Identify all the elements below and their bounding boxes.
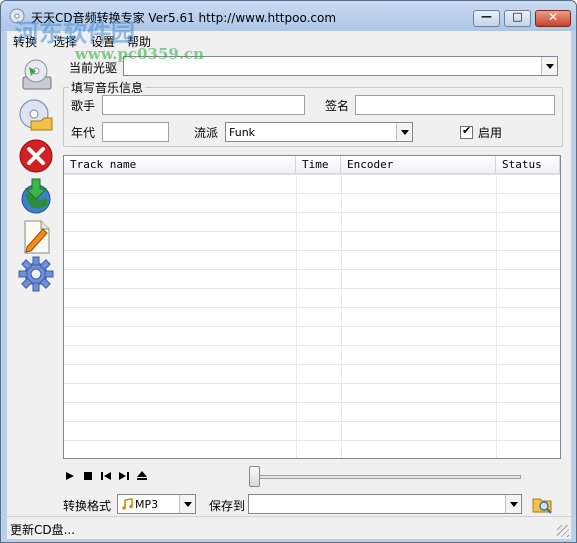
enable-label: 启用 [478, 126, 503, 140]
artist-input[interactable] [102, 95, 305, 115]
resize-grip[interactable] [557, 525, 569, 537]
genre-label: 流派 [194, 126, 219, 140]
previous-track-icon[interactable] [99, 469, 113, 483]
format-label: 转换格式 [63, 499, 112, 513]
genre-value: Funk [229, 126, 256, 139]
chevron-down-icon[interactable] [396, 123, 412, 141]
seek-slider-track[interactable] [251, 475, 521, 479]
settings-gear-icon[interactable] [17, 255, 55, 293]
album-label: 签名 [325, 99, 350, 113]
close-icon: ✕ [547, 10, 559, 24]
maximize-icon: □ [512, 10, 523, 23]
play-icon[interactable] [63, 469, 77, 483]
app-window: 天天CD音频转换专家 Ver5.61 http://www.httpoo.com… [0, 0, 577, 543]
minimize-button[interactable]: — [473, 10, 500, 27]
cd-folder-icon[interactable] [17, 97, 55, 135]
track-list-body[interactable] [64, 174, 560, 458]
cd-drive-icon[interactable] [17, 57, 55, 95]
chevron-down-icon[interactable] [179, 495, 195, 513]
year-label: 年代 [71, 126, 96, 140]
stop-icon[interactable] [17, 137, 55, 175]
minimize-icon: — [481, 10, 492, 23]
music-info-title: 填写音乐信息 [69, 79, 146, 96]
save-label: 保存到 [209, 499, 246, 513]
stop-playback-icon[interactable] [81, 469, 95, 483]
genre-select[interactable]: Funk [225, 122, 413, 142]
chevron-down-icon[interactable] [541, 57, 557, 75]
album-input[interactable] [355, 95, 555, 115]
format-select[interactable]: MP3 [117, 494, 196, 514]
watermark-url: www.pc0359.cn [75, 45, 205, 63]
column-divider [341, 174, 342, 458]
chevron-down-icon[interactable] [505, 495, 521, 513]
column-time[interactable]: Time [296, 156, 341, 174]
next-track-icon[interactable] [117, 469, 131, 483]
artist-label: 歌手 [71, 99, 96, 113]
column-divider [496, 174, 497, 458]
track-list-header: Track name Time Encoder Status [64, 156, 560, 174]
client-area: 转换 选择 设置 帮助 当前光驱 填写音乐信息 歌手 签名 年代 流派 Funk… [7, 31, 571, 539]
eject-icon[interactable] [135, 469, 149, 483]
enable-checkbox[interactable] [460, 124, 473, 139]
download-globe-icon[interactable] [17, 177, 55, 215]
browse-folder-icon[interactable] [531, 493, 553, 515]
format-value: MP3 [135, 498, 159, 511]
status-text: 更新CD盘... [10, 523, 76, 537]
status-bar: 更新CD盘... [7, 516, 571, 539]
close-button[interactable]: ✕ [535, 10, 571, 27]
watermark-text: 河东软件园 [15, 19, 135, 47]
column-track-name[interactable]: Track name [64, 156, 296, 174]
track-list[interactable]: Track name Time Encoder Status [63, 155, 561, 459]
maximize-button[interactable]: □ [504, 10, 531, 27]
edit-document-icon[interactable] [17, 217, 55, 255]
column-encoder[interactable]: Encoder [341, 156, 496, 174]
column-divider [296, 174, 297, 458]
year-input[interactable] [102, 122, 169, 142]
seek-slider-thumb[interactable] [249, 466, 260, 487]
column-status[interactable]: Status [496, 156, 560, 174]
music-note-icon [122, 498, 133, 510]
save-path-select[interactable] [248, 494, 522, 514]
